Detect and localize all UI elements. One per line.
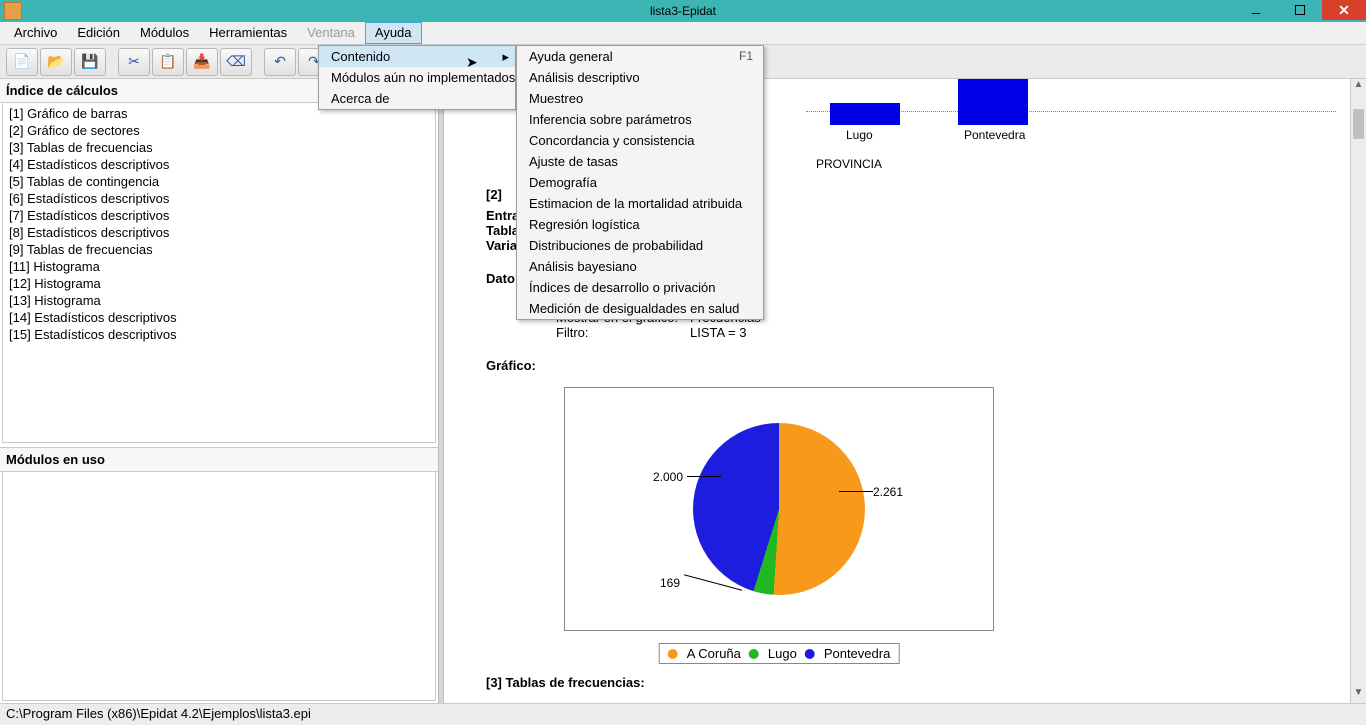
list-item[interactable]: [5] Tablas de contingencia: [7, 173, 431, 190]
eraser-icon: ⌫: [226, 53, 246, 70]
list-item[interactable]: [2] Gráfico de sectores: [7, 122, 431, 139]
list-item[interactable]: [4] Estadísticos descriptivos: [7, 156, 431, 173]
tb-open-button[interactable]: 📂: [40, 48, 72, 76]
window-controls: [1234, 0, 1366, 20]
legend-acoruna: A Coruña: [687, 646, 741, 661]
new-file-icon: 📄: [13, 53, 30, 70]
tb-copy-button[interactable]: 📋: [152, 48, 184, 76]
bar-pontevedra: [958, 79, 1028, 125]
tb-new-button[interactable]: 📄: [6, 48, 38, 76]
bar-label-lugo: Lugo: [846, 128, 873, 142]
help-menu-dropdown: Contenido ▸ Módulos aún no implementados…: [318, 45, 516, 110]
submenu-concordancia[interactable]: Concordancia y consistencia: [517, 130, 763, 151]
legend-swatch-lugo: [749, 649, 759, 659]
tb-paste-button[interactable]: 📥: [186, 48, 218, 76]
tb-cut-button[interactable]: ✂: [118, 48, 150, 76]
modules-list[interactable]: [2, 472, 436, 701]
menu-contenido[interactable]: Contenido ▸: [319, 46, 515, 67]
list-item[interactable]: [11] Histograma: [7, 258, 431, 275]
submenu-ayuda-general[interactable]: Ayuda general F1: [517, 46, 763, 67]
shortcut-label: F1: [739, 49, 753, 63]
submenu-ajuste-tasas[interactable]: Ajuste de tasas: [517, 151, 763, 172]
list-item[interactable]: [12] Histograma: [7, 275, 431, 292]
list-item[interactable]: [7] Estadísticos descriptivos: [7, 207, 431, 224]
tb-save-button[interactable]: 💾: [74, 48, 106, 76]
menu-herramientas[interactable]: Herramientas: [199, 22, 297, 44]
modules-panel-title: Módulos en uso: [0, 447, 438, 472]
pie-chart: 2.000 2.261 169 A Coruña Lugo Pontevedra: [564, 387, 994, 631]
scroll-down-icon[interactable]: ▼: [1351, 687, 1366, 703]
section-3-header: [3] Tablas de frecuencias:: [486, 675, 1340, 690]
folder-open-icon: 📂: [47, 53, 64, 70]
undo-icon: ↶: [274, 53, 286, 70]
pie-value-lugo: 169: [660, 576, 680, 590]
app-icon: [4, 2, 22, 20]
submenu-bayesiano[interactable]: Análisis bayesiano: [517, 256, 763, 277]
scissors-icon: ✂: [128, 53, 140, 70]
maximize-button[interactable]: [1278, 0, 1322, 20]
pie-value-acoruna: 2.261: [873, 485, 903, 499]
submenu-inferencia[interactable]: Inferencia sobre parámetros: [517, 109, 763, 130]
menu-modulos[interactable]: Módulos: [130, 22, 199, 44]
list-item[interactable]: [9] Tablas de frecuencias: [7, 241, 431, 258]
index-list[interactable]: [1] Gráfico de barras [2] Gráfico de sec…: [2, 103, 436, 443]
list-item[interactable]: [6] Estadísticos descriptivos: [7, 190, 431, 207]
bar-label-pontevedra: Pontevedra: [964, 128, 1025, 142]
status-bar: C:\Program Files (x86)\Epidat 4.2\Ejempl…: [0, 703, 1366, 725]
submenu-indices[interactable]: Índices de desarrollo o privación: [517, 277, 763, 298]
vertical-scrollbar[interactable]: ▲ ▼: [1350, 79, 1366, 703]
grafico-header: Gráfico:: [486, 358, 1340, 373]
pie-value-pontevedra: 2.000: [653, 470, 683, 484]
tb-undo-button[interactable]: ↶: [264, 48, 296, 76]
cursor-icon: ➤: [466, 54, 478, 71]
submenu-muestreo[interactable]: Muestreo: [517, 88, 763, 109]
filter-value: LISTA = 3: [690, 325, 747, 340]
bar-lugo: [830, 103, 900, 125]
dato-label: Dato: [486, 271, 515, 286]
chevron-right-icon: ▸: [502, 49, 509, 65]
status-path: C:\Program Files (x86)\Epidat 4.2\Ejempl…: [6, 706, 311, 721]
list-item[interactable]: [3] Tablas de frecuencias: [7, 139, 431, 156]
list-item[interactable]: [14] Estadísticos descriptivos: [7, 309, 431, 326]
copy-icon: 📋: [159, 53, 176, 70]
menu-acerca-de[interactable]: Acerca de: [319, 88, 515, 109]
menu-edicion[interactable]: Edición: [67, 22, 130, 44]
close-button[interactable]: [1322, 0, 1366, 20]
submenu-desigualdades[interactable]: Medición de desigualdades en salud: [517, 298, 763, 319]
submenu-distribuciones[interactable]: Distribuciones de probabilidad: [517, 235, 763, 256]
submenu-demografia[interactable]: Demografía: [517, 172, 763, 193]
filter-label: Filtro:: [556, 325, 682, 340]
menu-bar: Archivo Edición Módulos Herramientas Ven…: [0, 22, 1366, 45]
save-icon: 💾: [81, 53, 98, 70]
left-column: Índice de cálculos [1] Gráfico de barras…: [0, 79, 438, 703]
list-item[interactable]: [8] Estadísticos descriptivos: [7, 224, 431, 241]
title-bar: lista3-Epidat: [0, 0, 1366, 22]
minimize-button[interactable]: [1234, 0, 1278, 20]
menu-archivo[interactable]: Archivo: [4, 22, 67, 44]
scroll-up-icon[interactable]: ▲: [1351, 79, 1366, 95]
paste-icon: 📥: [193, 53, 210, 70]
legend-swatch-acoruna: [668, 649, 678, 659]
scroll-thumb[interactable]: [1353, 109, 1364, 139]
legend-lugo: Lugo: [768, 646, 797, 661]
list-item[interactable]: [13] Histograma: [7, 292, 431, 309]
legend-swatch-pontevedra: [805, 649, 815, 659]
tb-clear-button[interactable]: ⌫: [220, 48, 252, 76]
bar-chart: Lugo Pontevedra: [806, 83, 1340, 157]
menu-modulos-no-implementados[interactable]: Módulos aún no implementados: [319, 67, 515, 88]
submenu-analisis-descriptivo[interactable]: Análisis descriptivo: [517, 67, 763, 88]
menu-ayuda[interactable]: Ayuda: [365, 22, 422, 44]
window-title: lista3-Epidat: [650, 4, 716, 18]
pie-slices: [693, 423, 865, 595]
pie-legend: A Coruña Lugo Pontevedra: [659, 643, 900, 664]
list-item[interactable]: [15] Estadísticos descriptivos: [7, 326, 431, 343]
contenido-submenu: Ayuda general F1 Análisis descriptivo Mu…: [516, 45, 764, 320]
submenu-regresion[interactable]: Regresión logística: [517, 214, 763, 235]
menu-ventana[interactable]: Ventana: [297, 22, 365, 44]
legend-pontevedra: Pontevedra: [824, 646, 891, 661]
submenu-mortalidad[interactable]: Estimacion de la mortalidad atribuida: [517, 193, 763, 214]
bar-chart-xlabel: PROVINCIA: [816, 157, 1340, 171]
